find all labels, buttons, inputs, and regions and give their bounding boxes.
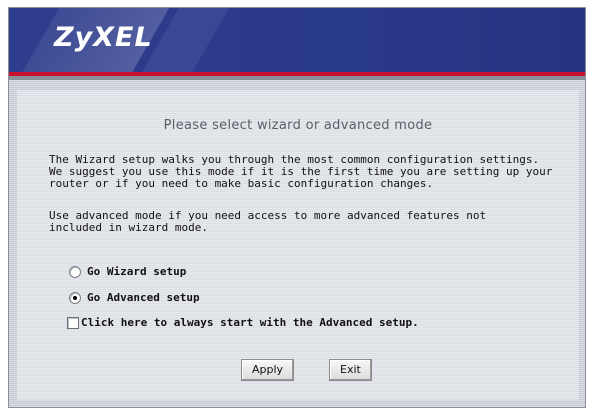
always-advanced-option[interactable]: Click here to always start with the Adva… [67,316,419,329]
header-banner: ZyXEL [9,8,585,72]
exit-button[interactable]: Exit [329,359,372,381]
wizard-radio[interactable] [69,265,81,278]
advanced-option-label: Go Advanced setup [87,291,200,304]
always-advanced-checkbox[interactable] [67,316,79,329]
apply-button[interactable]: Apply [241,359,295,381]
main-frame: ZyXEL Please select wizard or advanced m… [8,7,586,408]
content-panel [17,90,579,400]
page-title: Please select wizard or advanced mode [163,118,433,133]
advanced-description: Use advanced mode if you need access to … [49,209,487,234]
advanced-radio[interactable] [69,291,81,304]
advanced-option[interactable]: Go Advanced setup [69,291,200,304]
wizard-option-label: Go Wizard setup [87,265,187,278]
wizard-option[interactable]: Go Wizard setup [69,265,186,278]
always-advanced-label: Click here to always start with the Adva… [81,316,419,329]
wizard-description: The Wizard setup walks you through the m… [49,153,553,190]
divider-bar [9,76,585,80]
zyxel-logo: ZyXEL [54,22,153,53]
